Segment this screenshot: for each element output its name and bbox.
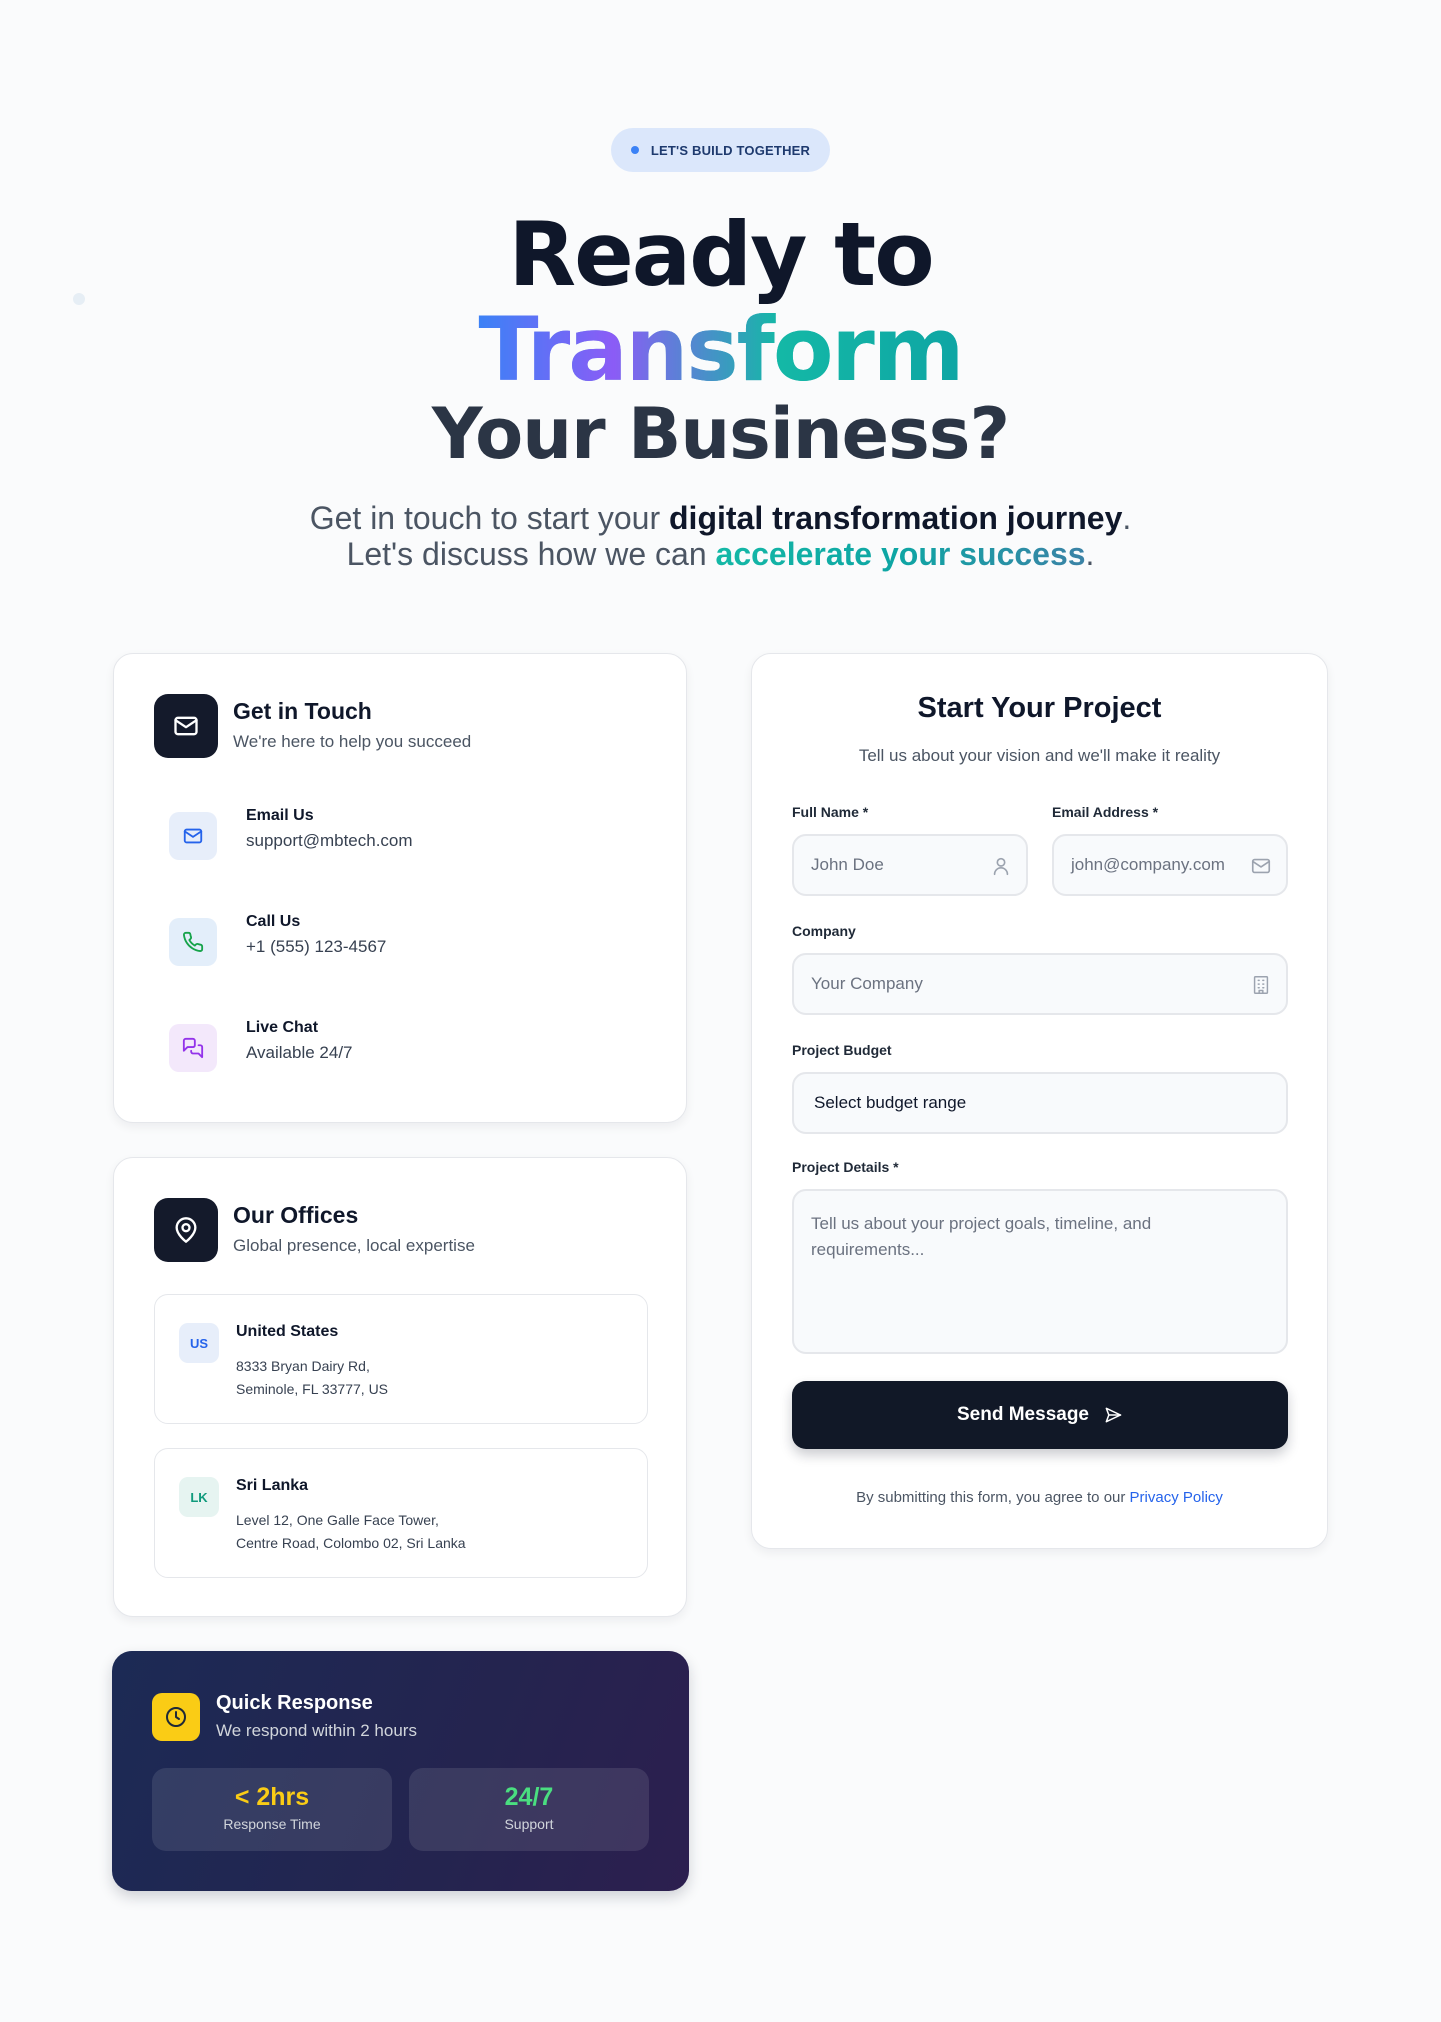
subtitle-bold: digital transformation journey xyxy=(669,500,1123,536)
send-message-button[interactable]: Send Message xyxy=(792,1381,1288,1449)
email-placeholder: john@company.com xyxy=(1071,855,1225,874)
stat-label: Response Time xyxy=(223,1816,321,1832)
office-address-line: Seminole, FL 33777, US xyxy=(236,1381,389,1397)
building-icon xyxy=(1253,976,1269,994)
badge-dot-icon xyxy=(630,146,639,154)
full-name-label: Full Name * xyxy=(792,804,869,820)
hero-title-line1: Ready to xyxy=(508,203,934,306)
quick-response-subtitle: We respond within 2 hours xyxy=(216,1721,417,1740)
office-name: United States xyxy=(236,1323,339,1340)
privacy-policy-link[interactable]: Privacy Policy xyxy=(1130,1489,1223,1506)
contact-card-subtitle: We're here to help you succeed xyxy=(233,732,472,751)
hero-subtitle-line2: Let's discuss how we can accelerate your… xyxy=(0,536,1441,572)
company-label: Company xyxy=(792,923,856,939)
legal-notice: By submitting this form, you agree to ou… xyxy=(752,1489,1327,1506)
company-placeholder: Your Company xyxy=(811,974,923,993)
details-label: Project Details * xyxy=(792,1159,899,1175)
phone-icon xyxy=(169,918,217,966)
stat-label: Support xyxy=(504,1816,554,1832)
office-address: 8333 Bryan Dairy Rd, Seminole, FL 33777,… xyxy=(236,1355,388,1401)
office-item-us: US United States 8333 Bryan Dairy Rd, Se… xyxy=(154,1294,648,1424)
stat-value: 24/7 xyxy=(504,1783,554,1811)
office-address: Level 12, One Galle Face Tower, Centre R… xyxy=(236,1509,466,1555)
country-code-badge: US xyxy=(179,1323,219,1363)
mail-icon xyxy=(169,812,217,860)
contact-item-title: Call Us xyxy=(246,913,301,930)
form-title: Start Your Project xyxy=(917,692,1162,724)
company-field[interactable]: Your Company xyxy=(792,953,1288,1015)
budget-selected-value: Select budget range xyxy=(814,1093,967,1112)
contact-item-email[interactable]: Email Us support@mbtech.com xyxy=(169,807,629,867)
contact-item-title: Email Us xyxy=(246,807,314,824)
project-form-card: Start Your Project Tell us about your vi… xyxy=(751,653,1328,1549)
hero-title-gradient: Transform xyxy=(478,298,964,401)
details-placeholder: Tell us about your project goals, timeli… xyxy=(811,1214,1152,1259)
subtitle-text: Get in touch to start your xyxy=(309,500,669,536)
mail-icon xyxy=(1251,858,1271,874)
clock-icon xyxy=(152,1693,200,1741)
quick-response-title: Quick Response xyxy=(216,1692,373,1714)
mail-icon xyxy=(154,694,218,758)
office-item-lk: LK Sri Lanka Level 12, One Galle Face To… xyxy=(154,1448,648,1578)
hero-subtitle-line1: Get in touch to start your digital trans… xyxy=(0,500,1441,536)
email-field[interactable]: john@company.com xyxy=(1052,834,1288,896)
full-name-field[interactable]: John Doe xyxy=(792,834,1028,896)
contact-item-chat[interactable]: Live Chat Available 24/7 xyxy=(169,1019,629,1079)
send-message-label: Send Message xyxy=(957,1404,1089,1425)
budget-select[interactable]: Select budget range xyxy=(792,1072,1288,1134)
hero-title-line2: Transform xyxy=(0,300,1441,400)
subtitle-accent: accelerate your success xyxy=(715,536,1086,572)
contact-item-phone[interactable]: Call Us +1 (555) 123-4567 xyxy=(169,913,629,973)
office-address-line: Centre Road, Colombo 02, Sri Lanka xyxy=(236,1535,466,1551)
contact-item-value[interactable]: support@mbtech.com xyxy=(246,831,413,851)
send-icon xyxy=(1105,1407,1122,1423)
budget-label: Project Budget xyxy=(792,1042,892,1058)
map-pin-icon xyxy=(154,1198,218,1262)
contact-item-value[interactable]: Available 24/7 xyxy=(246,1043,353,1063)
stat-response-time: < 2hrs Response Time xyxy=(152,1768,392,1851)
office-address-line: Level 12, One Galle Face Tower, xyxy=(236,1512,439,1528)
stat-value: < 2hrs xyxy=(234,1783,310,1811)
user-icon xyxy=(993,857,1009,876)
hero-badge: LET'S BUILD TOGETHER xyxy=(611,128,830,172)
hero-title-line3: Your Business? xyxy=(431,393,1010,475)
offices-card-title: Our Offices xyxy=(233,1202,359,1228)
subtitle-period: . xyxy=(1122,500,1132,536)
details-textarea[interactable]: Tell us about your project goals, timeli… xyxy=(792,1189,1288,1354)
offices-card: Our Offices Global presence, local exper… xyxy=(113,1157,687,1617)
quick-response-card: Quick Response We respond within 2 hours… xyxy=(112,1651,689,1891)
hero-badge-label: LET'S BUILD TOGETHER xyxy=(650,142,811,158)
office-address-line: 8333 Bryan Dairy Rd, xyxy=(236,1358,370,1374)
form-subtitle: Tell us about your vision and we'll make… xyxy=(858,746,1221,765)
country-code-badge: LK xyxy=(179,1477,219,1517)
subtitle-period: . xyxy=(1085,536,1095,572)
stat-support: 24/7 Support xyxy=(409,1768,649,1851)
office-name: Sri Lanka xyxy=(236,1477,309,1494)
legal-text: By submitting this form, you agree to ou… xyxy=(856,1489,1130,1506)
full-name-placeholder: John Doe xyxy=(811,855,884,874)
chat-icon xyxy=(169,1024,217,1072)
contact-card-title: Get in Touch xyxy=(233,698,372,724)
subtitle-text: Let's discuss how we can xyxy=(346,536,716,572)
email-label: Email Address * xyxy=(1052,804,1159,820)
offices-card-subtitle: Global presence, local expertise xyxy=(233,1236,475,1255)
contact-item-value[interactable]: +1 (555) 123-4567 xyxy=(246,937,386,957)
contact-card: Get in Touch We're here to help you succ… xyxy=(113,653,687,1123)
contact-item-title: Live Chat xyxy=(246,1019,319,1036)
